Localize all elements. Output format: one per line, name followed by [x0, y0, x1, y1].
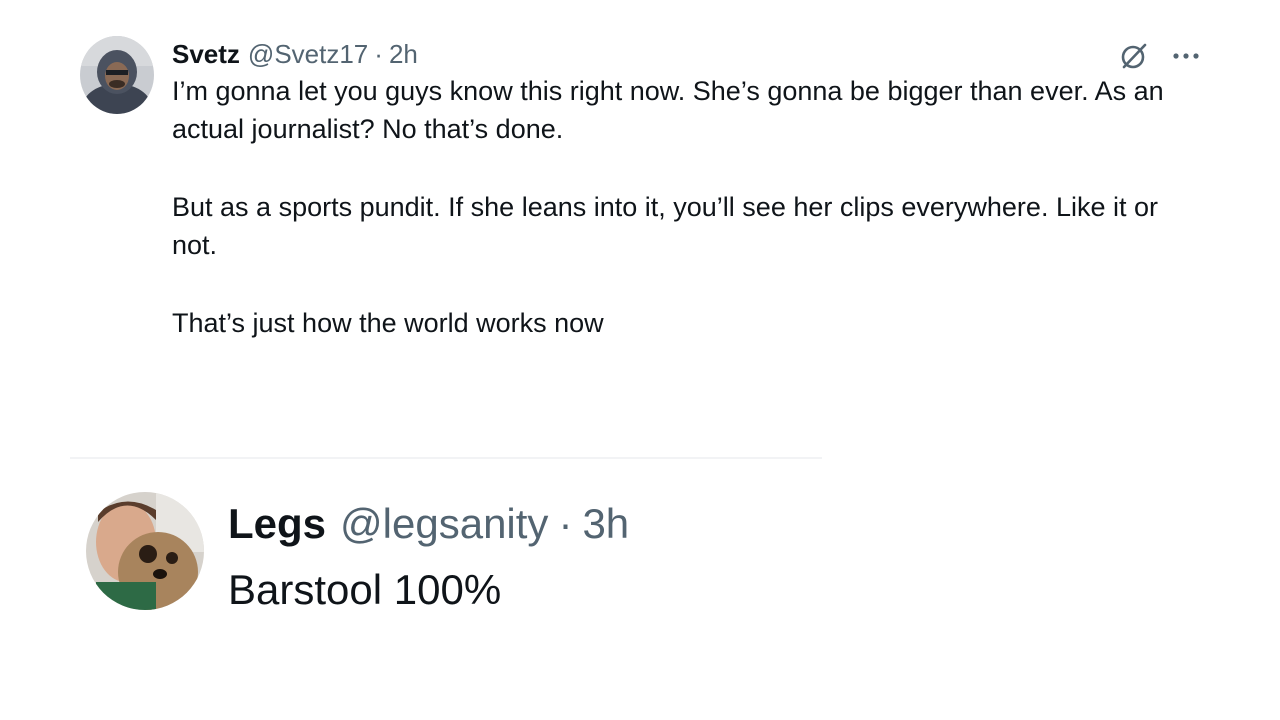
tweet-svetz[interactable]: Svetz @Svetz17 · 2h I’m gonna let you gu…: [80, 34, 1200, 414]
author-name[interactable]: Legs: [228, 500, 326, 548]
tweet-text: Barstool 100%: [228, 566, 502, 613]
tweet-paragraph: That’s just how the world works now: [172, 308, 604, 338]
tweet-paragraph: But as a sports pundit. If she leans int…: [172, 192, 1158, 260]
more-icon[interactable]: [1172, 51, 1200, 61]
tweet-paragraph: I’m gonna let you guys know this right n…: [172, 76, 1164, 144]
divider: [70, 457, 822, 459]
grok-icon[interactable]: [1118, 40, 1150, 72]
tweet-text: I’m gonna let you guys know this right n…: [172, 72, 1192, 342]
timestamp[interactable]: 2h: [389, 39, 418, 70]
timestamp[interactable]: 3h: [582, 500, 629, 548]
separator-dot: ·: [558, 500, 573, 547]
tweet-legs[interactable]: Legs @legsanity · 3h Barstool 100%: [86, 492, 1086, 632]
separator-dot: ·: [374, 38, 383, 69]
author-name[interactable]: Svetz: [172, 39, 240, 70]
author-handle[interactable]: @legsanity: [340, 500, 548, 548]
avatar-legs[interactable]: [86, 492, 204, 610]
tweet-header: Svetz @Svetz17 · 2h: [172, 34, 1192, 74]
tweet-actions-top: [1118, 40, 1200, 72]
avatar-svetz[interactable]: [80, 36, 154, 114]
tweet-header: Legs @legsanity · 3h: [228, 494, 1068, 554]
author-handle[interactable]: @Svetz17: [248, 39, 368, 70]
